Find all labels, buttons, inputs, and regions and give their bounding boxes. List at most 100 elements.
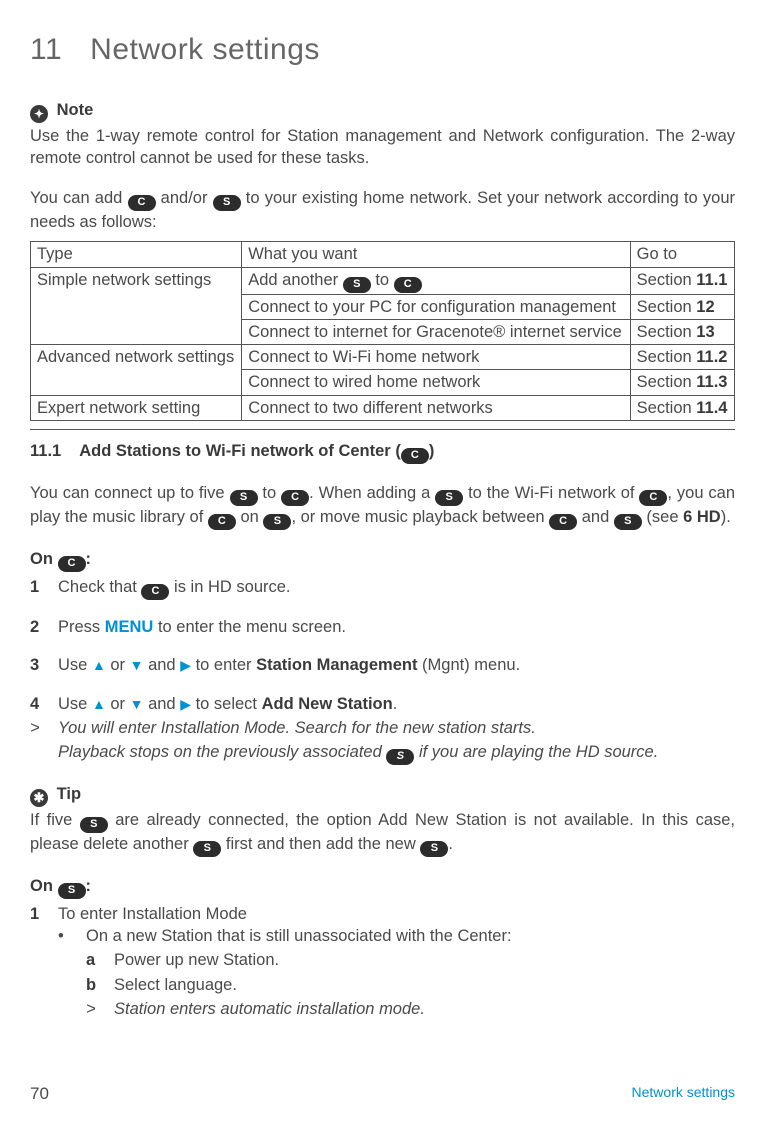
station-badge-icon: S bbox=[263, 514, 291, 530]
up-arrow-icon: ▲ bbox=[92, 657, 106, 673]
center-badge-icon: C bbox=[549, 514, 577, 530]
center-badge-icon: C bbox=[141, 584, 169, 600]
cell-ref: 11.1 bbox=[696, 271, 727, 289]
sub-item: b Select language. bbox=[58, 974, 735, 996]
step-number: 2 bbox=[30, 616, 58, 638]
th-type: Type bbox=[31, 242, 242, 267]
cell-text: Section bbox=[637, 271, 697, 289]
sub-marker: b bbox=[86, 974, 114, 996]
text: and bbox=[144, 695, 181, 713]
step-number: 3 bbox=[30, 654, 58, 676]
intro-text: You can add C and/or S to your existing … bbox=[30, 187, 735, 233]
step-item: 1 Check that C is in HD source. bbox=[30, 576, 735, 600]
text: ). bbox=[721, 508, 731, 526]
sub-item: a Power up new Station. bbox=[58, 949, 735, 971]
th-want: What you want bbox=[242, 242, 630, 267]
text: (Mgnt) menu. bbox=[417, 656, 520, 674]
step-item: 3 Use ▲ or ▼ and ▶ to enter Station Mana… bbox=[30, 654, 735, 676]
down-arrow-icon: ▼ bbox=[130, 657, 144, 673]
table-row: Advanced network settings Connect to Wi-… bbox=[31, 345, 735, 370]
section-intro: You can connect up to five S to C. When … bbox=[30, 482, 735, 530]
center-badge-icon: C bbox=[208, 514, 236, 530]
result-text: Playback stops on the previously associa… bbox=[58, 741, 658, 765]
tip-heading: ✱ Tip bbox=[30, 783, 735, 807]
text: first and then add the new bbox=[221, 835, 420, 853]
step-text: Use ▲ or ▼ and ▶ to enter Station Manage… bbox=[58, 654, 520, 676]
step-text: Check that C is in HD source. bbox=[58, 576, 291, 600]
station-badge-icon: S bbox=[193, 841, 221, 857]
table-row: Simple network settings Add another S to… bbox=[31, 267, 735, 294]
cell-goto: Section 11.2 bbox=[630, 345, 734, 370]
step-number: 1 bbox=[30, 903, 58, 1022]
cell-want: Connect to your PC for configuration man… bbox=[242, 294, 630, 319]
section-title-pre: Add Stations to Wi-Fi network of Center … bbox=[79, 442, 401, 460]
sub-marker: a bbox=[86, 949, 114, 971]
station-badge-icon: S bbox=[386, 749, 414, 765]
chapter-number: 11 bbox=[30, 30, 62, 71]
text: Playback stops on the previously associa… bbox=[58, 743, 386, 761]
cell-type: Expert network setting bbox=[31, 395, 242, 420]
text-bold: Station Management bbox=[256, 656, 417, 674]
center-badge-icon: C bbox=[281, 490, 309, 506]
bullet-text: On a new Station that is still unassocia… bbox=[86, 925, 512, 947]
text: : bbox=[86, 877, 92, 895]
text: and bbox=[144, 656, 181, 674]
cell-goto: Section 11.1 bbox=[630, 267, 734, 294]
menu-button-label: MENU bbox=[105, 618, 154, 636]
cell-goto: Section 13 bbox=[630, 319, 734, 344]
tip-label: Tip bbox=[57, 785, 81, 803]
step-result-cont: Playback stops on the previously associa… bbox=[30, 741, 735, 765]
cell-text: Section bbox=[637, 399, 697, 417]
result-marker: > bbox=[30, 717, 58, 739]
text: . bbox=[448, 835, 453, 853]
sub-text: Power up new Station. bbox=[114, 949, 279, 971]
step-item: 2 Press MENU to enter the menu screen. bbox=[30, 616, 735, 638]
center-badge-icon: C bbox=[58, 556, 86, 572]
station-badge-icon: S bbox=[435, 490, 463, 506]
step-body: To enter Installation Mode • On a new St… bbox=[58, 903, 735, 1022]
text: Check that bbox=[58, 578, 141, 596]
cell-type: Simple network settings bbox=[31, 267, 242, 345]
cell-want: Add another S to C bbox=[242, 267, 630, 294]
text: If five bbox=[30, 811, 80, 829]
step-text: Use ▲ or ▼ and ▶ to select Add New Stati… bbox=[58, 693, 397, 715]
section-divider bbox=[30, 429, 735, 430]
cell-ref: 11.3 bbox=[696, 373, 727, 391]
section-heading: 11.1 Add Stations to Wi-Fi network of Cen… bbox=[30, 440, 735, 464]
step-text: Press MENU to enter the menu screen. bbox=[58, 616, 346, 638]
text: Use bbox=[58, 656, 92, 674]
note-label: Note bbox=[57, 101, 94, 119]
text-bold: Add New Station bbox=[262, 695, 393, 713]
center-badge-icon: C bbox=[639, 490, 667, 506]
center-badge-icon: C bbox=[394, 277, 422, 293]
step-number: 1 bbox=[30, 576, 58, 600]
cell-want: Connect to wired home network bbox=[242, 370, 630, 395]
text: Use bbox=[58, 695, 92, 713]
table-row: Expert network setting Connect to two di… bbox=[31, 395, 735, 420]
step-number: 4 bbox=[30, 693, 58, 715]
step-item: 1 To enter Installation Mode • On a new … bbox=[30, 903, 735, 1022]
th-goto: Go to bbox=[630, 242, 734, 267]
page-number: 70 bbox=[30, 1083, 49, 1106]
text: You can connect up to five bbox=[30, 484, 230, 502]
right-arrow-icon: ▶ bbox=[180, 657, 191, 673]
cell-want: Connect to Wi-Fi home network bbox=[242, 345, 630, 370]
result-marker: > bbox=[86, 998, 114, 1020]
section-number: 11.1 bbox=[30, 440, 61, 462]
up-arrow-icon: ▲ bbox=[92, 696, 106, 712]
cell-goto: Section 11.4 bbox=[630, 395, 734, 420]
on-center-heading: On C: bbox=[30, 548, 735, 572]
text: . bbox=[393, 695, 398, 713]
center-badge-icon: C bbox=[401, 448, 429, 464]
footer-label: Network settings bbox=[632, 1083, 735, 1106]
text: to the Wi-Fi network of bbox=[463, 484, 639, 502]
text: and bbox=[577, 508, 614, 526]
note-text: Use the 1-way remote control for Station… bbox=[30, 125, 735, 170]
text: to select bbox=[191, 695, 262, 713]
tip-icon: ✱ bbox=[30, 789, 48, 807]
station-badge-icon: S bbox=[614, 514, 642, 530]
sub-result: > Station enters automatic installation … bbox=[58, 998, 735, 1020]
text: , or move music playback between bbox=[291, 508, 549, 526]
page-footer: 70 Network settings bbox=[30, 1083, 735, 1106]
text: On bbox=[30, 877, 58, 895]
